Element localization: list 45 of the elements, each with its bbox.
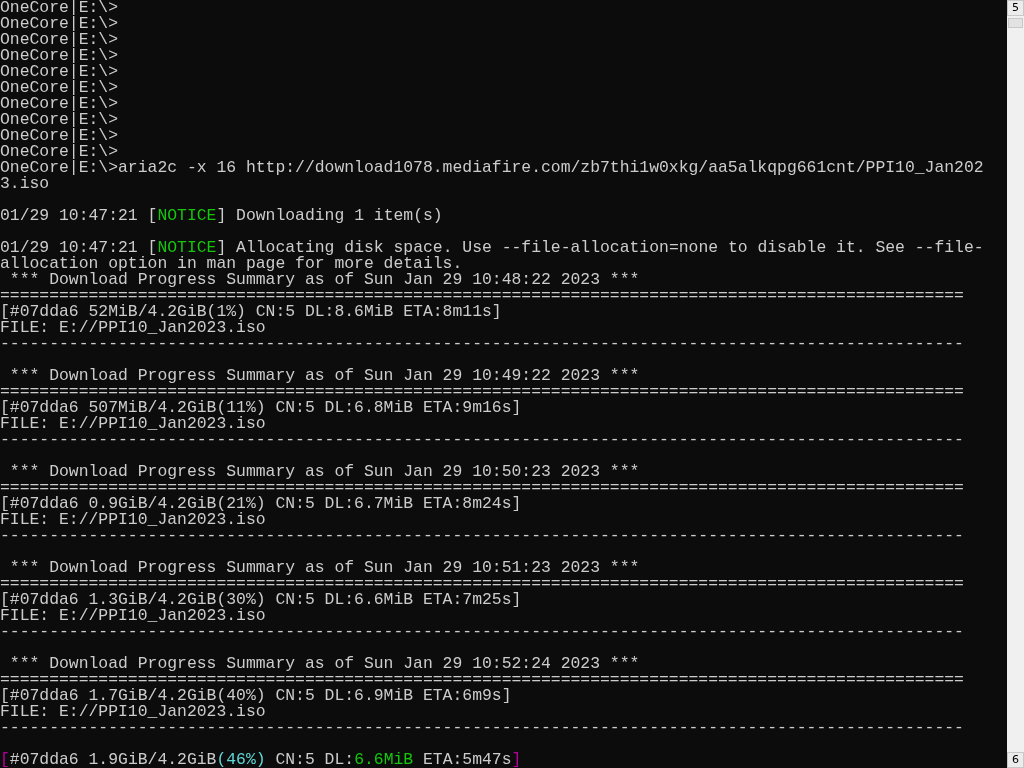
terminal-line: OneCore|E:\> [0,30,119,49]
terminal-line: [#07dda6 1.3GiB/4.2GiB(30%) CN:5 DL:6.6MiB ETA:7m25s] [0,590,522,609]
terminal-line: *** Download Progress Summary as of Sun Jan 29 10:50:23 2023 *** [8,462,640,481]
terminal-line: *** Download Progress Summary as of Sun Jan 29 10:52:24 2023 *** [8,654,640,673]
terminal-line: FILE: E://PPI10_Jan2023.iso [0,318,266,337]
terminal-line: OneCore|E:\> [0,78,119,97]
terminal-line: *** Download Progress Summary as of Sun Jan 29 10:51:23 2023 *** [8,558,640,577]
terminal-line: OneCore|E:\> [0,46,119,65]
terminal-line: -------------------------------------------------------------------------------------------------- [0,622,964,641]
terminal-line: ================================================================================================== [0,670,964,689]
terminal-line: OneCore|E:\> [0,62,119,81]
terminal-line: OneCore|E:\> [0,126,119,145]
terminal-line: OneCore|E:\> [0,94,119,113]
scroll-down-button[interactable]: 6 [1007,752,1024,768]
terminal-line: *** Download Progress Summary as of Sun Jan 29 10:48:22 2023 *** [8,270,640,289]
terminal-line: [#07dda6 1.9GiB/4.2GiB(46%) CN:5 DL:6.6MiB ETA:5m47s] [0,750,522,768]
terminal-line: [#07dda6 507MiB/4.2GiB(11%) CN:5 DL:6.8MiB ETA:9m16s] [0,398,522,417]
scroll-thumb[interactable] [1008,18,1023,28]
terminal-line: FILE: E://PPI10_Jan2023.iso [0,702,266,721]
terminal-line: ================================================================================================== [0,478,964,497]
terminal-line: 01/29 10:47:21 [NOTICE] Allocating disk space. Use --file-allocation=none to disable it. See --file- [0,238,984,257]
terminal-line: -------------------------------------------------------------------------------------------------- [0,430,964,449]
terminal-line: *** Download Progress Summary as of Sun Jan 29 10:49:22 2023 *** [8,366,640,385]
terminal-line: -------------------------------------------------------------------------------------------------- [0,334,964,353]
terminal-line: FILE: E://PPI10_Jan2023.iso [0,510,266,529]
terminal-line: 3.iso [0,174,50,193]
terminal-line: allocation option in man page for more details. [0,254,463,273]
terminal-line: ================================================================================================== [0,574,964,593]
terminal-line: [#07dda6 1.7GiB/4.2GiB(40%) CN:5 DL:6.9MiB ETA:6m9s] [0,686,512,705]
terminal-line: [#07dda6 52MiB/4.2GiB(1%) CN:5 DL:8.6MiB ETA:8m11s] [0,302,502,321]
terminal-line: 01/29 10:47:21 [NOTICE] Downloading 1 item(s) [0,206,443,225]
terminal-line: -------------------------------------------------------------------------------------------------- [0,718,964,737]
terminal-line: ================================================================================================== [0,382,964,401]
terminal-line: OneCore|E:\> [0,14,119,33]
terminal-line: [#07dda6 0.9GiB/4.2GiB(21%) CN:5 DL:6.7MiB ETA:8m24s] [0,494,522,513]
terminal-line: OneCore|E:\> [0,110,119,129]
terminal-line: ================================================================================================== [0,286,964,305]
terminal-line: OneCore|E:\>aria2c -x 16 http://download1078.mediafire.com/zb7thi1w0xkg/aa5alkqpg661cnt/PPI10_Jan202 [0,158,984,177]
scroll-up-button[interactable]: 5 [1007,0,1024,16]
terminal-line: OneCore|E:\> [0,142,119,161]
terminal-line: FILE: E://PPI10_Jan2023.iso [0,606,266,625]
terminal-line: FILE: E://PPI10_Jan2023.iso [0,414,266,433]
terminal-line: OneCore|E:\> [0,0,119,17]
terminal-line: -------------------------------------------------------------------------------------------------- [0,526,964,545]
scrollbar[interactable]: 5 6 [1007,0,1024,768]
